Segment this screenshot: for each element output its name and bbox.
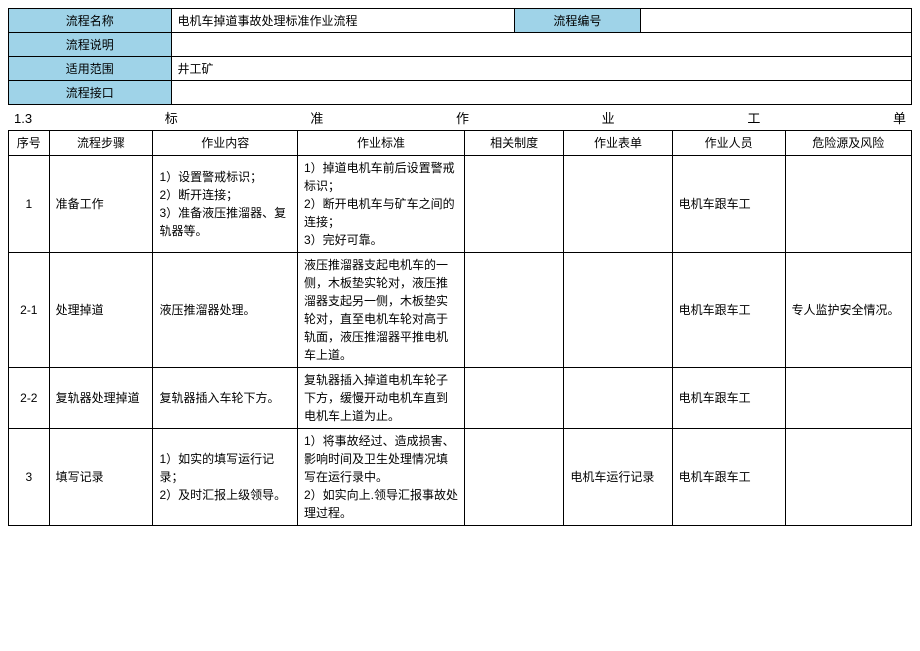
cell-standard: 液压推溜器支起电机车的一侧，木板垫实轮对，液压推溜器支起另一侧，木板垫实轮对，直… bbox=[297, 253, 464, 368]
meta-label-scope: 适用范围 bbox=[9, 57, 172, 81]
cell-step: 复轨器处理掉道 bbox=[49, 368, 153, 429]
col-person: 作业人员 bbox=[672, 131, 785, 156]
worksheet-table: 序号 流程步骤 作业内容 作业标准 相关制度 作业表单 作业人员 危险源及风险 … bbox=[8, 130, 912, 526]
table-header-row: 序号 流程步骤 作业内容 作业标准 相关制度 作业表单 作业人员 危险源及风险 bbox=[9, 131, 912, 156]
cell-step: 准备工作 bbox=[49, 156, 153, 253]
cell-person: 电机车跟车工 bbox=[672, 368, 785, 429]
section-title: 1.3标准作业工单 bbox=[8, 105, 912, 130]
cell-risk bbox=[785, 368, 911, 429]
col-seq: 序号 bbox=[9, 131, 50, 156]
cell-person: 电机车跟车工 bbox=[672, 429, 785, 526]
meta-value-desc bbox=[171, 33, 911, 57]
meta-label-code: 流程编号 bbox=[514, 9, 640, 33]
cell-seq: 3 bbox=[9, 429, 50, 526]
col-content: 作业内容 bbox=[153, 131, 297, 156]
cell-risk bbox=[785, 429, 911, 526]
cell-content: 1）设置警戒标识； 2）断开连接； 3）准备液压推溜器、复轨器等。 bbox=[153, 156, 297, 253]
table-row: 2-2复轨器处理掉道复轨器插入车轮下方。复轨器插入掉道电机车轮子下方，缓慢开动电… bbox=[9, 368, 912, 429]
cell-standard: 1）将事故经过、造成损害、影响时间及卫生处理情况填写在运行录中。 2）如实向上.… bbox=[297, 429, 464, 526]
cell-form bbox=[564, 156, 672, 253]
cell-standard: 1）掉道电机车前后设置警戒标识； 2）断开电机车与矿车之间的连接； 3）完好可靠… bbox=[297, 156, 464, 253]
col-standard: 作业标准 bbox=[297, 131, 464, 156]
col-system: 相关制度 bbox=[464, 131, 563, 156]
cell-content: 1）如实的填写运行记录； 2）及时汇报上级领导。 bbox=[153, 429, 297, 526]
col-step: 流程步骤 bbox=[49, 131, 153, 156]
cell-person: 电机车跟车工 bbox=[672, 156, 785, 253]
meta-value-interface bbox=[171, 81, 911, 105]
cell-standard: 复轨器插入掉道电机车轮子下方，缓慢开动电机车直到电机车上道为止。 bbox=[297, 368, 464, 429]
cell-system bbox=[464, 429, 563, 526]
cell-system bbox=[464, 253, 563, 368]
cell-person: 电机车跟车工 bbox=[672, 253, 785, 368]
cell-risk bbox=[785, 156, 911, 253]
cell-seq: 1 bbox=[9, 156, 50, 253]
cell-risk: 专人监护安全情况。 bbox=[785, 253, 911, 368]
cell-step: 处理掉道 bbox=[49, 253, 153, 368]
meta-label-interface: 流程接口 bbox=[9, 81, 172, 105]
table-row: 1准备工作1）设置警戒标识； 2）断开连接； 3）准备液压推溜器、复轨器等。1）… bbox=[9, 156, 912, 253]
meta-value-name: 电机车掉道事故处理标准作业流程 bbox=[171, 9, 514, 33]
section-title-table: 1.3标准作业工单 bbox=[8, 105, 912, 130]
table-row: 3填写记录1）如实的填写运行记录； 2）及时汇报上级领导。1）将事故经过、造成损… bbox=[9, 429, 912, 526]
cell-seq: 2-2 bbox=[9, 368, 50, 429]
cell-seq: 2-1 bbox=[9, 253, 50, 368]
meta-value-code bbox=[641, 9, 912, 33]
col-risk: 危险源及风险 bbox=[785, 131, 911, 156]
cell-system bbox=[464, 368, 563, 429]
cell-form: 电机车运行记录 bbox=[564, 429, 672, 526]
cell-form bbox=[564, 253, 672, 368]
cell-step: 填写记录 bbox=[49, 429, 153, 526]
cell-system bbox=[464, 156, 563, 253]
table-row: 2-1处理掉道液压推溜器处理。液压推溜器支起电机车的一侧，木板垫实轮对，液压推溜… bbox=[9, 253, 912, 368]
cell-content: 复轨器插入车轮下方。 bbox=[153, 368, 297, 429]
meta-table: 流程名称 电机车掉道事故处理标准作业流程 流程编号 流程说明 适用范围 井工矿 … bbox=[8, 8, 912, 105]
meta-label-name: 流程名称 bbox=[9, 9, 172, 33]
meta-value-scope: 井工矿 bbox=[171, 57, 911, 81]
cell-form bbox=[564, 368, 672, 429]
meta-label-desc: 流程说明 bbox=[9, 33, 172, 57]
col-form: 作业表单 bbox=[564, 131, 672, 156]
cell-content: 液压推溜器处理。 bbox=[153, 253, 297, 368]
